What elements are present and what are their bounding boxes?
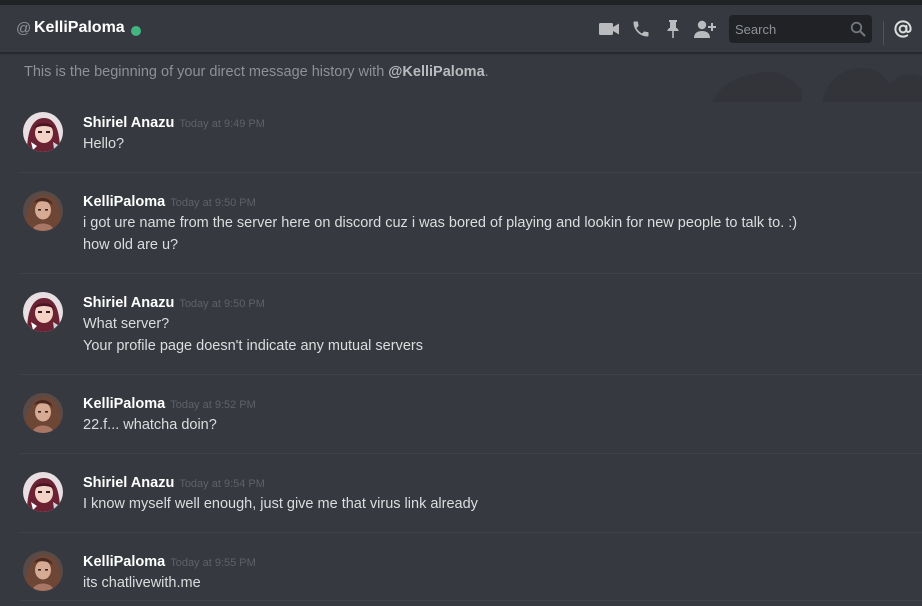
message-divider (20, 172, 922, 173)
message-group: Shiriel Anazu Today at 9:49 PM Hello? (0, 110, 922, 172)
history-start-mention[interactable]: @KelliPaloma (388, 64, 484, 80)
voice-call-icon[interactable] (629, 17, 653, 41)
message-header: KelliPaloma Today at 9:55 PM (83, 553, 256, 571)
at-icon: @ (16, 20, 32, 37)
message-text: Hello? (83, 136, 125, 152)
online-status-icon (131, 26, 141, 36)
history-start-suffix: . (484, 64, 489, 80)
message-timestamp: Today at 9:50 PM (179, 298, 265, 310)
message-text: i got ure name from the server here on d… (83, 215, 798, 231)
dm-history-start: This is the beginning of your direct mes… (24, 64, 489, 80)
message-divider (20, 600, 922, 601)
wumpus-watermark-icon (712, 68, 922, 102)
message-divider (20, 532, 922, 533)
message-header: Shiriel Anazu Today at 9:49 PM (83, 114, 265, 132)
avatar-kellipaloma[interactable] (23, 551, 63, 591)
message-header: Shiriel Anazu Today at 9:54 PM (83, 474, 265, 492)
video-call-icon[interactable] (597, 17, 621, 41)
message-group: Shiriel Anazu Today at 9:50 PM What serve… (0, 290, 922, 374)
message-divider (20, 374, 922, 375)
message-timestamp: Today at 9:54 PM (179, 478, 265, 490)
message-author[interactable]: KelliPaloma (83, 554, 165, 570)
avatar-shiriel[interactable] (23, 112, 63, 152)
message-text: 22.f... whatcha doin? (83, 417, 217, 433)
message-timestamp: Today at 9:52 PM (170, 399, 256, 411)
message-divider (20, 453, 922, 454)
message-header: KelliPaloma Today at 9:52 PM (83, 395, 256, 413)
message-author[interactable]: Shiriel Anazu (83, 475, 174, 491)
message-author[interactable]: KelliPaloma (83, 194, 165, 210)
message-group: KelliPaloma Today at 9:52 PM 22.f... what… (0, 391, 922, 453)
message-timestamp: Today at 9:49 PM (179, 118, 265, 130)
message-timestamp: Today at 9:50 PM (170, 197, 256, 209)
message-text: I know myself well enough, just give me … (83, 496, 478, 512)
message-text: Your profile page doesn't indicate any m… (83, 338, 423, 354)
channel-header: @ KelliPaloma (0, 5, 922, 53)
message-group: KelliPaloma Today at 9:55 PM its chatlive… (0, 549, 922, 606)
search-box[interactable] (729, 15, 872, 43)
search-icon[interactable] (850, 21, 866, 37)
message-header: Shiriel Anazu Today at 9:50 PM (83, 294, 265, 312)
message-text: how old are u? (83, 237, 179, 253)
avatar-shiriel[interactable] (23, 472, 63, 512)
message-group: KelliPaloma Today at 9:50 PM i got ure na… (0, 189, 922, 273)
dm-window: @ KelliPaloma Search This is the beginni… (0, 0, 922, 606)
avatar-shiriel[interactable] (23, 292, 63, 332)
message-text: What server? (83, 316, 170, 332)
mention-icon[interactable] (891, 17, 915, 41)
message-header: KelliPaloma Today at 9:50 PM (83, 193, 256, 211)
search-input[interactable] (729, 15, 847, 43)
message-author[interactable]: Shiriel Anazu (83, 115, 174, 131)
pin-icon[interactable] (661, 17, 685, 41)
avatar-kellipaloma[interactable] (23, 393, 63, 433)
message-list[interactable]: This is the beginning of your direct mes… (0, 54, 922, 606)
message-author[interactable]: KelliPaloma (83, 396, 165, 412)
header-divider (883, 21, 884, 45)
message-timestamp: Today at 9:55 PM (170, 557, 256, 569)
message-author[interactable]: Shiriel Anazu (83, 295, 174, 311)
message-group: Shiriel Anazu Today at 9:54 PM I know mys… (0, 470, 922, 532)
add-friend-icon[interactable] (693, 17, 717, 41)
history-start-text: This is the beginning of your direct mes… (24, 64, 389, 80)
avatar-kellipaloma[interactable] (23, 191, 63, 231)
message-divider (20, 273, 922, 274)
message-text: its chatlivewith.me (83, 575, 201, 591)
dm-username: KelliPaloma (34, 19, 125, 36)
